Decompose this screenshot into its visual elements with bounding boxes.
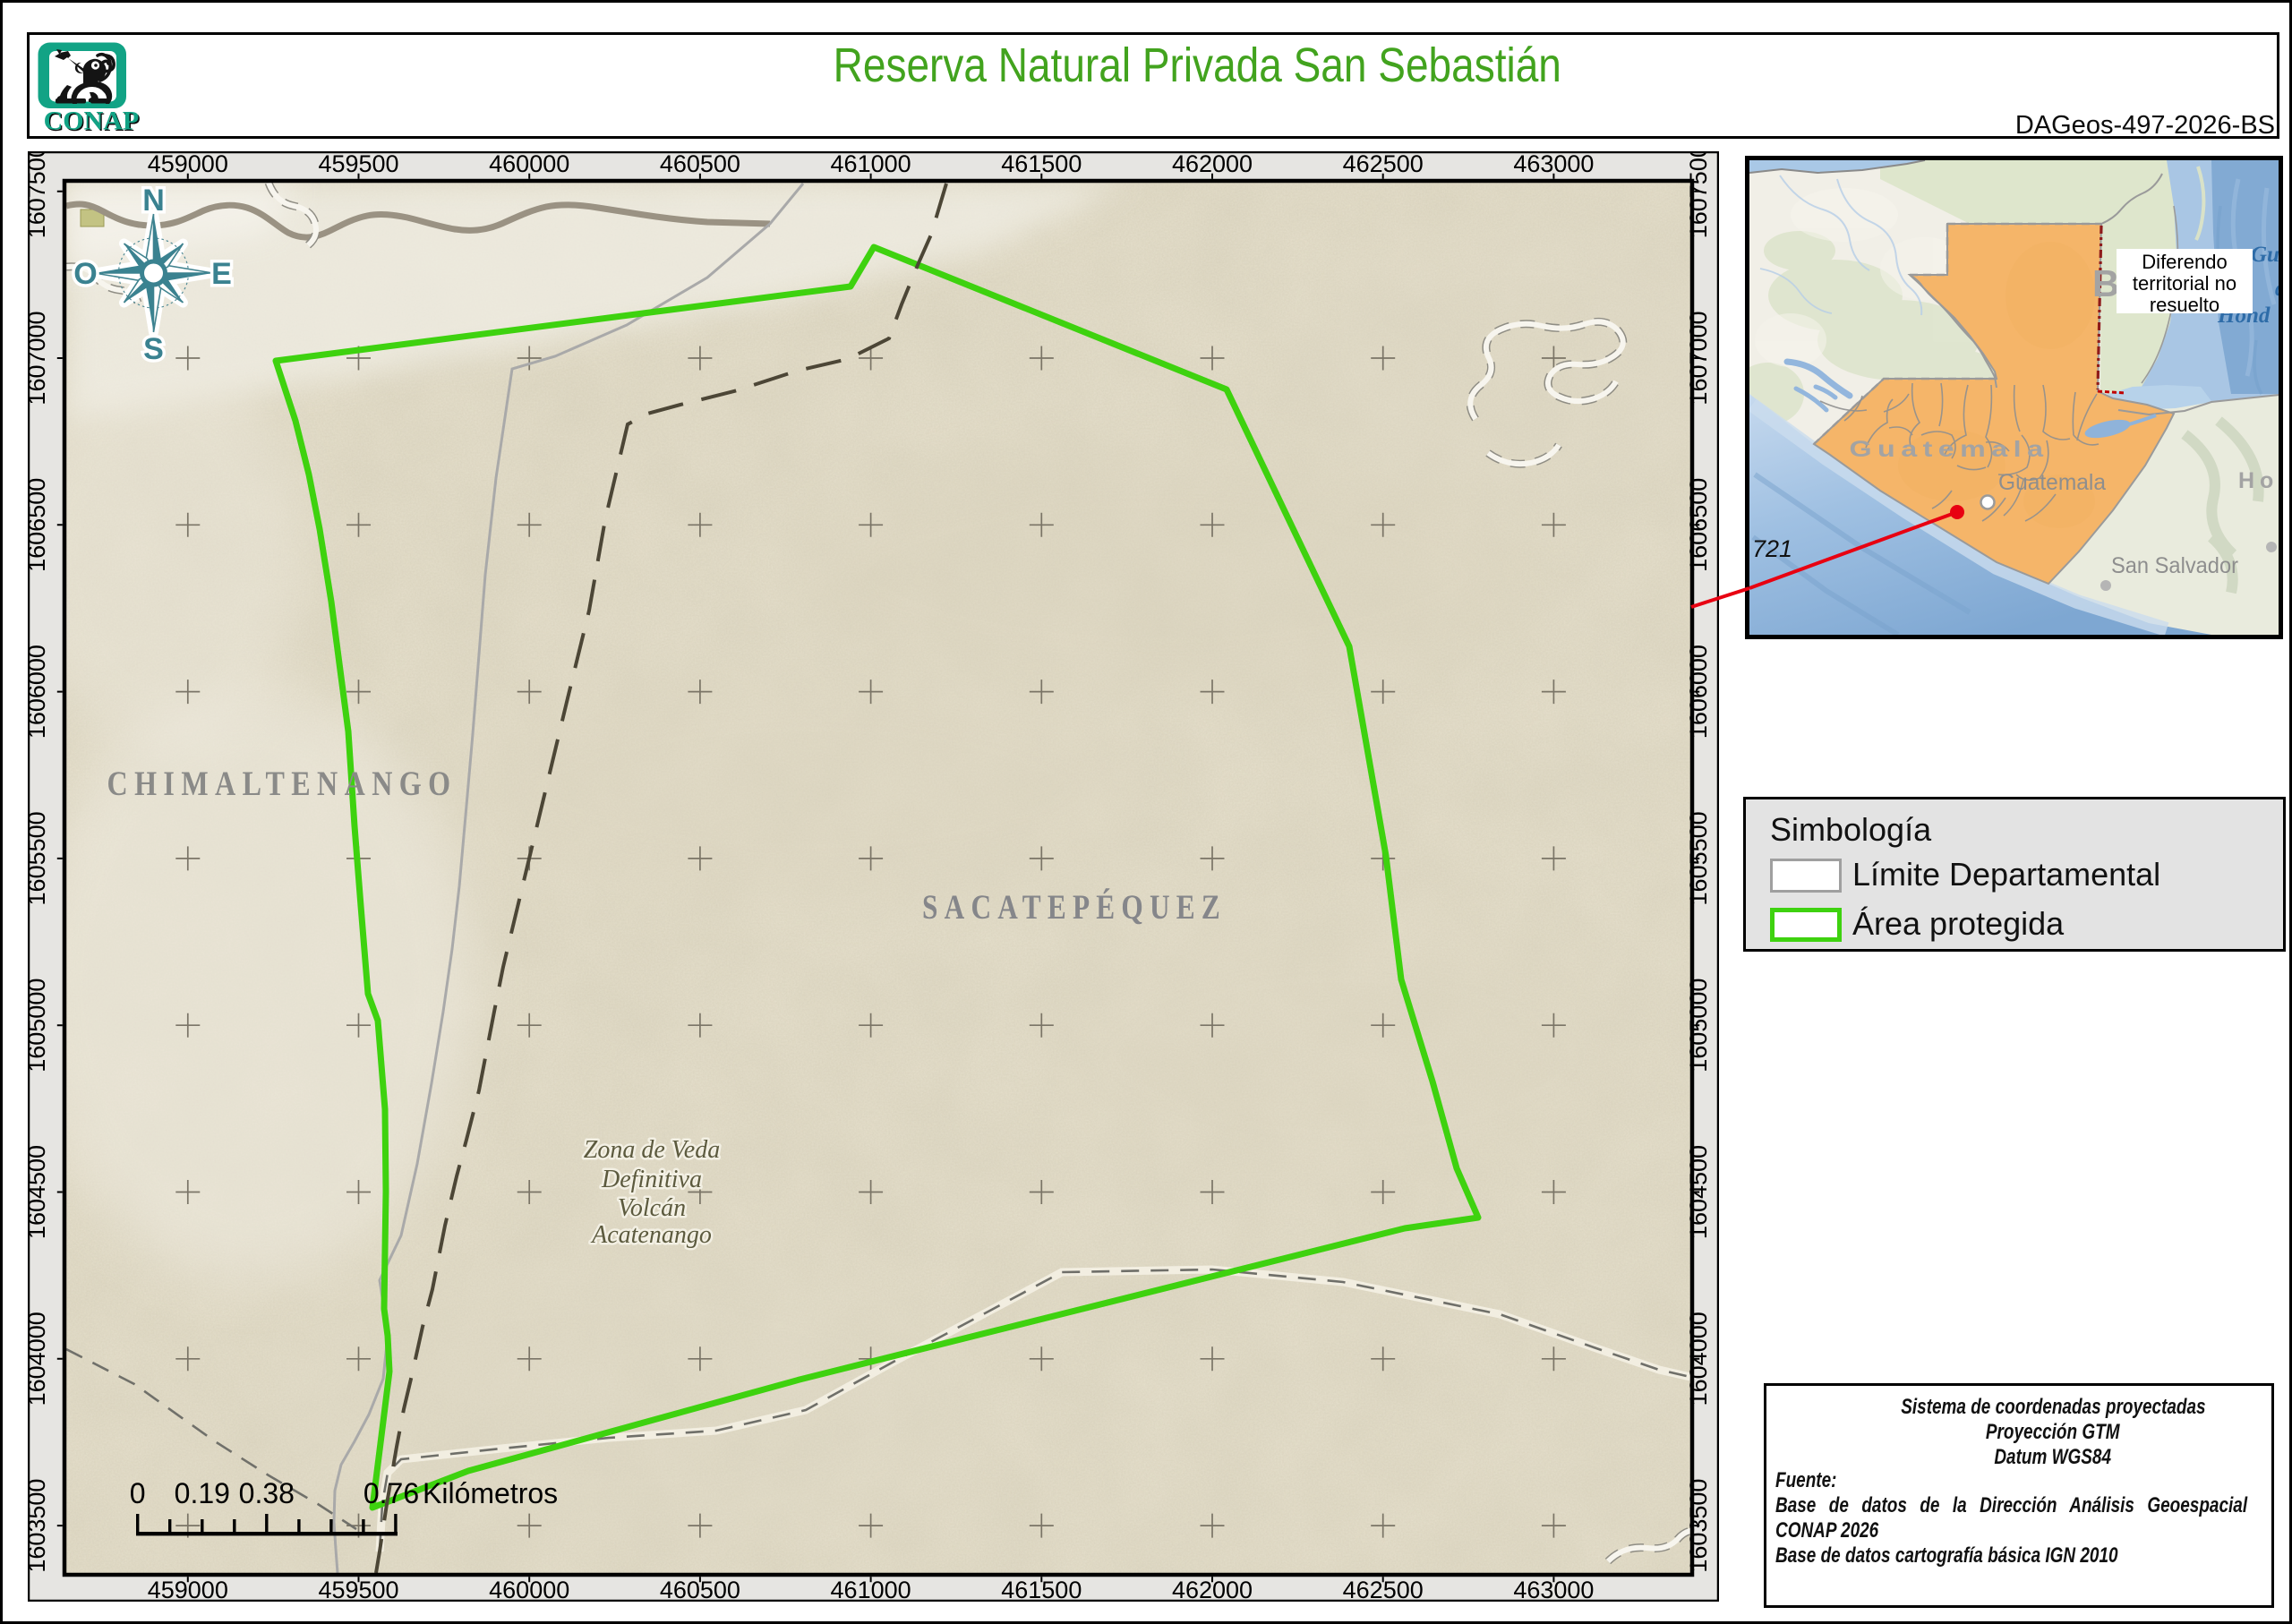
svg-text:461000: 461000 bbox=[831, 151, 911, 177]
svg-text:1607500: 1607500 bbox=[28, 151, 50, 238]
svg-text:CHIMALTENANGO: CHIMALTENANGO bbox=[107, 765, 458, 803]
svg-text:Guatemala: Guatemala bbox=[1850, 437, 2049, 462]
svg-text:O: O bbox=[73, 257, 97, 291]
svg-text:N: N bbox=[142, 184, 165, 218]
svg-text:E: E bbox=[211, 257, 232, 291]
svg-text:463000: 463000 bbox=[1513, 151, 1594, 177]
svg-text:CONAP: CONAP bbox=[44, 107, 140, 136]
svg-text:1606000: 1606000 bbox=[28, 645, 50, 739]
svg-text:1604500: 1604500 bbox=[28, 1145, 50, 1239]
svg-text:Guatemala: Guatemala bbox=[1998, 470, 2106, 495]
svg-text:1607000: 1607000 bbox=[1685, 311, 1712, 405]
svg-text:460500: 460500 bbox=[660, 151, 740, 177]
svg-text:San Salvador: San Salvador bbox=[2111, 553, 2238, 578]
svg-text:459500: 459500 bbox=[318, 1577, 398, 1602]
svg-text:0.19: 0.19 bbox=[175, 1477, 230, 1509]
svg-text:460000: 460000 bbox=[489, 151, 569, 177]
svg-text:Volcán: Volcán bbox=[618, 1194, 686, 1222]
svg-text:Ho: Ho bbox=[2238, 468, 2279, 493]
svg-text:Acatenango: Acatenango bbox=[590, 1221, 712, 1249]
svg-text:1605000: 1605000 bbox=[28, 979, 50, 1073]
svg-text:1603500: 1603500 bbox=[28, 1479, 50, 1573]
svg-text:Gu: Gu bbox=[2251, 243, 2279, 267]
svg-text:S: S bbox=[143, 332, 164, 366]
svg-text:1604000: 1604000 bbox=[28, 1312, 50, 1406]
svg-text:Diferendo: Diferendo bbox=[2142, 251, 2227, 273]
svg-text:1607500: 1607500 bbox=[1685, 151, 1712, 238]
svg-text:459000: 459000 bbox=[148, 1577, 228, 1602]
svg-text:B: B bbox=[2092, 262, 2119, 304]
svg-text:459500: 459500 bbox=[318, 151, 398, 177]
svg-text:1605500: 1605500 bbox=[28, 811, 50, 905]
svg-text:1606000: 1606000 bbox=[1685, 645, 1712, 739]
svg-text:461500: 461500 bbox=[1001, 1577, 1082, 1602]
svg-text:1603500: 1603500 bbox=[1685, 1479, 1712, 1573]
svg-text:721: 721 bbox=[1752, 535, 1792, 562]
svg-text:1605000: 1605000 bbox=[1685, 979, 1712, 1073]
svg-text:0.76: 0.76 bbox=[363, 1477, 419, 1509]
svg-text:Kilómetros: Kilómetros bbox=[423, 1477, 558, 1509]
svg-text:SACATEPÉQUEZ: SACATEPÉQUEZ bbox=[922, 887, 1227, 927]
svg-text:460500: 460500 bbox=[660, 1577, 740, 1602]
svg-text:0.38: 0.38 bbox=[239, 1477, 295, 1509]
svg-text:Zona de Veda: Zona de Veda bbox=[584, 1136, 720, 1164]
svg-text:territorial no: territorial no bbox=[2133, 272, 2236, 295]
svg-text:462500: 462500 bbox=[1343, 1577, 1424, 1602]
svg-text:462500: 462500 bbox=[1343, 151, 1424, 177]
svg-text:462000: 462000 bbox=[1172, 1577, 1253, 1602]
svg-text:1604000: 1604000 bbox=[1685, 1312, 1712, 1406]
svg-text:461500: 461500 bbox=[1001, 151, 1082, 177]
svg-text:1604500: 1604500 bbox=[1685, 1145, 1712, 1239]
svg-text:Definitiva: Definitiva bbox=[601, 1166, 702, 1193]
svg-text:1606500: 1606500 bbox=[28, 478, 50, 572]
svg-text:461000: 461000 bbox=[831, 1577, 911, 1602]
svg-text:resuelto: resuelto bbox=[2150, 294, 2219, 316]
svg-text:0: 0 bbox=[130, 1477, 146, 1509]
svg-text:460000: 460000 bbox=[489, 1577, 569, 1602]
svg-text:459000: 459000 bbox=[148, 151, 228, 177]
svg-text:462000: 462000 bbox=[1172, 151, 1253, 177]
svg-text:1607000: 1607000 bbox=[28, 311, 50, 405]
svg-text:463000: 463000 bbox=[1513, 1577, 1594, 1602]
svg-text:1606500: 1606500 bbox=[1685, 478, 1712, 572]
svg-text:1605500: 1605500 bbox=[1685, 811, 1712, 905]
